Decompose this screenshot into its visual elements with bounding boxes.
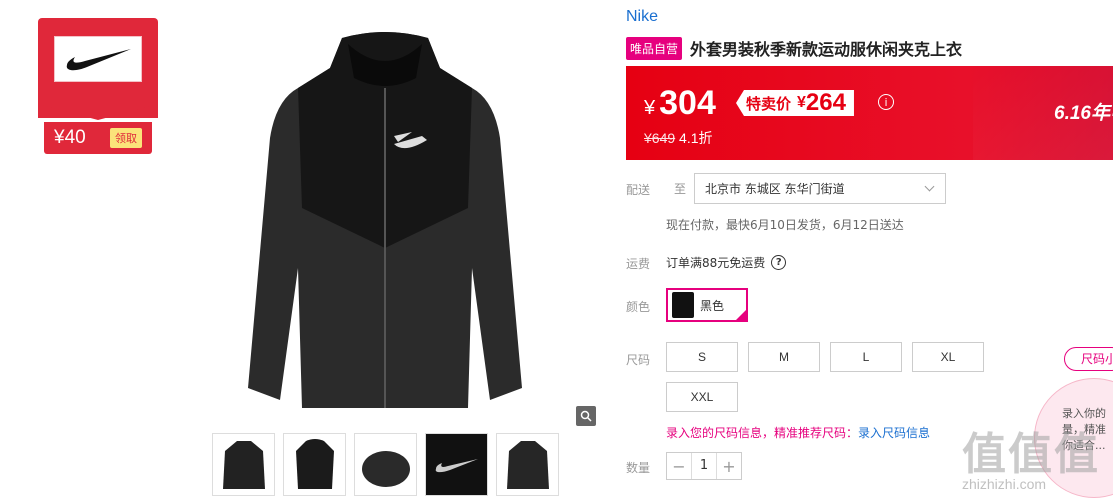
size-option-xl[interactable]: XL xyxy=(912,342,984,372)
size-label: 尺码 xyxy=(626,353,651,367)
delivery-to-label: 至 xyxy=(674,182,687,196)
chevron-down-icon xyxy=(924,181,935,192)
thumbnail-5[interactable] xyxy=(496,433,559,496)
size-info-hint: 录入您的尺码信息，精准推荐尺码：录入尺码信息 xyxy=(666,424,930,441)
zoom-icon[interactable] xyxy=(576,406,596,426)
size-option-xxl[interactable]: XXL xyxy=(666,382,738,412)
nike-logo-icon xyxy=(54,36,142,82)
thumbnail-strip xyxy=(212,433,559,496)
product-page: ¥40 领取 Nike 唯品自营 外套男装秋季新款运动服休闲夹克上衣 ¥ 304… xyxy=(0,0,1113,501)
coupon-bottom: ¥40 领取 xyxy=(44,122,152,154)
shipping-label: 运费 xyxy=(626,257,651,271)
question-icon[interactable]: ? xyxy=(771,255,787,270)
price-banner: ¥ 304 特卖价 ¥ 264 i ¥649 4.1折 6.16年中 xyxy=(626,66,1113,160)
sale-yen-symbol: ¥ xyxy=(797,94,806,111)
size-option-s[interactable]: S xyxy=(666,342,738,372)
address-selector[interactable]: 北京市 东城区 东华门街道 xyxy=(694,173,946,204)
free-shipping-info: 订单满88元免运费 ? xyxy=(666,254,787,271)
size-option-l[interactable]: L xyxy=(830,342,902,372)
coupon-card[interactable]: ¥40 领取 xyxy=(38,18,158,156)
free-shipping-text: 订单满88元免运费 xyxy=(666,256,766,270)
coupon-claim-button[interactable]: 领取 xyxy=(110,128,142,148)
color-swatch xyxy=(672,292,694,318)
delivery-estimate: 现在付款，最快6月10日发货，6月12日送达 xyxy=(666,218,904,232)
product-title: 外套男装秋季新款运动服休闲夹克上衣 xyxy=(690,40,963,59)
promo-banner-text: 6.16年中 xyxy=(1054,103,1113,124)
thumbnail-3[interactable] xyxy=(354,433,417,496)
size-helper-pill[interactable]: 尺码小 xyxy=(1064,347,1113,371)
delivery-label: 配送 xyxy=(626,183,651,197)
quantity-stepper: − 1 + xyxy=(666,452,742,480)
yen-symbol: ¥ xyxy=(644,97,656,119)
address-value: 北京市 东城区 东华门街道 xyxy=(705,182,845,196)
thumbnail-2[interactable] xyxy=(283,433,346,496)
color-option-black[interactable]: 黑色 xyxy=(666,288,748,322)
coupon-top xyxy=(38,18,158,118)
quantity-decrease-button[interactable]: − xyxy=(667,453,691,479)
main-product-image[interactable] xyxy=(172,8,598,428)
current-price-value: 304 xyxy=(659,84,716,122)
current-price: ¥ 304 xyxy=(644,84,716,123)
info-icon[interactable]: i xyxy=(878,94,894,110)
color-label: 颜色 xyxy=(626,300,651,314)
sale-price-label: 特卖价 xyxy=(746,94,792,113)
watermark: 值值值 xyxy=(962,429,1100,480)
thumbnail-4[interactable] xyxy=(425,433,488,496)
coupon-amount: ¥40 xyxy=(54,127,86,148)
thumbnail-1[interactable] xyxy=(212,433,275,496)
discount-rate: 4.1折 xyxy=(679,130,713,146)
self-operated-badge: 唯品自营 xyxy=(626,36,683,60)
quantity-label: 数量 xyxy=(626,461,651,475)
size-info-hint-text: 录入您的尺码信息，精准推荐尺码： xyxy=(666,426,859,440)
size-info-link[interactable]: 录入尺码信息 xyxy=(858,426,930,440)
original-price-row: ¥649 4.1折 xyxy=(644,128,713,148)
selected-check-icon xyxy=(735,309,746,320)
sale-price-value: 264 xyxy=(805,89,846,116)
color-option-label: 黑色 xyxy=(700,298,725,313)
title-row: 唯品自营 外套男装秋季新款运动服休闲夹克上衣 xyxy=(626,36,962,60)
original-price: ¥649 xyxy=(644,130,676,146)
quantity-input[interactable]: 1 xyxy=(691,453,717,479)
coupon-ribbon xyxy=(38,104,158,120)
quantity-increase-button[interactable]: + xyxy=(717,453,741,479)
watermark-url: zhizhizhi.com xyxy=(962,476,1047,492)
sale-price-tag: 特卖价 ¥ 264 xyxy=(736,90,854,116)
size-option-m[interactable]: M xyxy=(748,342,820,372)
brand-link[interactable]: Nike xyxy=(626,8,658,26)
